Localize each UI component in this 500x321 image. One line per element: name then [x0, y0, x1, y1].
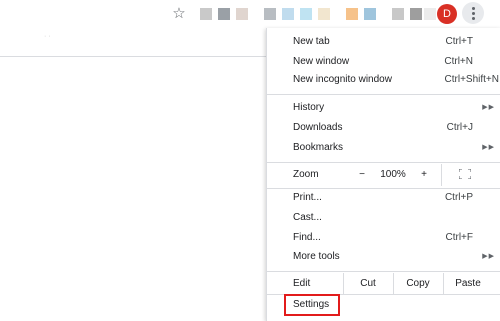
- menu-item-label: History: [293, 102, 325, 113]
- menu-separator: [267, 94, 500, 95]
- shortcut-label: Ctrl+J: [446, 122, 473, 133]
- menu-item-label: New tab: [293, 36, 330, 47]
- extension-icon[interactable]: [218, 8, 230, 20]
- menu-separator: [267, 271, 500, 272]
- menu-item-find[interactable]: Find... Ctrl+F: [267, 228, 500, 248]
- browser-toolbar: ☆ D: [0, 0, 500, 30]
- extension-icon[interactable]: [200, 8, 212, 20]
- zoom-divider: [441, 164, 442, 186]
- edit-label: Edit: [293, 278, 311, 289]
- copy-button[interactable]: Copy: [393, 273, 443, 295]
- menu-item-print[interactable]: Print... Ctrl+P: [267, 188, 500, 208]
- zoom-in-button[interactable]: +: [417, 164, 431, 186]
- extension-icon[interactable]: [410, 8, 422, 20]
- menu-item-label: Downloads: [293, 122, 343, 133]
- extension-icon[interactable]: [392, 8, 404, 20]
- shortcut-label: Ctrl+T: [445, 36, 474, 47]
- menu-item-label: New window: [293, 56, 350, 67]
- extension-icon[interactable]: [300, 8, 312, 20]
- menu-item-more-tools[interactable]: More tools ▶▶: [267, 247, 500, 267]
- shortcut-label: Ctrl+Shift+N: [444, 74, 499, 85]
- extension-icon[interactable]: [282, 8, 294, 20]
- fullscreen-icon: [458, 168, 472, 180]
- extension-icon[interactable]: [318, 8, 330, 20]
- zoom-out-button[interactable]: −: [355, 164, 369, 186]
- menu-item-new-window[interactable]: New window Ctrl+N: [267, 52, 500, 72]
- extension-icon[interactable]: [236, 8, 248, 20]
- profile-avatar[interactable]: D: [437, 4, 457, 24]
- edit-row: Edit Cut Copy Paste: [267, 273, 500, 295]
- paste-button[interactable]: Paste: [443, 273, 493, 295]
- chrome-main-menu: New tab Ctrl+T New window Ctrl+N New inc…: [266, 28, 500, 321]
- star-icon[interactable]: ☆: [170, 5, 188, 23]
- edit-divider: [343, 273, 344, 295]
- submenu-arrow-icon: ▶▶: [482, 104, 495, 111]
- fullscreen-button[interactable]: [455, 164, 475, 186]
- menu-item-new-tab[interactable]: New tab Ctrl+T: [267, 32, 500, 52]
- menu-item-cast[interactable]: Cast...: [267, 208, 500, 228]
- menu-separator: [267, 162, 500, 163]
- menu-item-new-incognito-window[interactable]: New incognito window Ctrl+Shift+N: [267, 70, 500, 90]
- menu-item-label: Bookmarks: [293, 142, 344, 153]
- menu-item-label: Cast...: [293, 212, 322, 223]
- menu-item-label: New incognito window: [293, 74, 392, 85]
- shortcut-label: Ctrl+N: [444, 56, 473, 67]
- menu-item-history[interactable]: History ▶▶: [267, 98, 500, 118]
- shortcut-label: Ctrl+F: [445, 232, 474, 243]
- menu-item-bookmarks[interactable]: Bookmarks ▶▶: [267, 138, 500, 158]
- edit-divider: [393, 273, 394, 295]
- extension-icon[interactable]: [346, 8, 358, 20]
- submenu-arrow-icon: ▶▶: [482, 144, 495, 151]
- cut-button[interactable]: Cut: [343, 273, 393, 295]
- menu-item-settings[interactable]: Settings: [293, 294, 329, 316]
- extension-icon[interactable]: [364, 8, 376, 20]
- zoom-level: 100%: [380, 169, 406, 180]
- shortcut-label: Ctrl+P: [444, 192, 473, 203]
- menu-item-label: Print...: [293, 192, 322, 203]
- menu-item-downloads[interactable]: Downloads Ctrl+J: [267, 118, 500, 138]
- content-divider: [0, 56, 266, 57]
- more-vert-icon[interactable]: [462, 2, 484, 24]
- edit-divider: [443, 273, 444, 295]
- avatar-letter: D: [443, 8, 451, 20]
- page-content-hint: · ·: [44, 33, 51, 40]
- menu-item-label: Find...: [293, 232, 321, 243]
- zoom-row: Zoom − 100% +: [267, 164, 500, 186]
- menu-item-label: More tools: [293, 251, 340, 262]
- extension-icon[interactable]: [264, 8, 276, 20]
- submenu-arrow-icon: ▶▶: [482, 253, 495, 260]
- zoom-label: Zoom: [293, 169, 319, 180]
- extension-icon[interactable]: [424, 8, 436, 20]
